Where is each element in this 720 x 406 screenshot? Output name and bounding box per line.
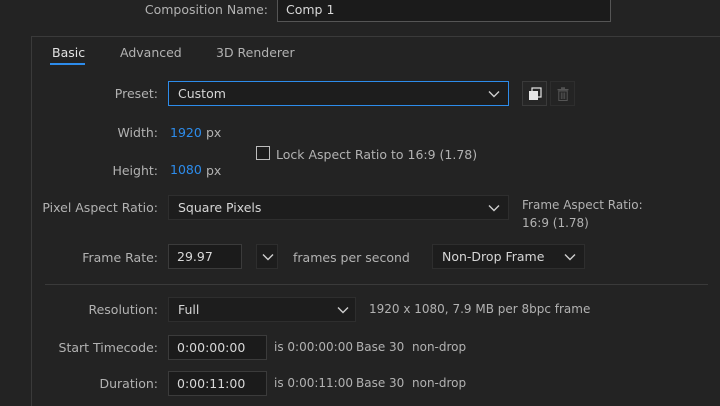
preset-select[interactable]: Custom bbox=[168, 81, 509, 106]
composition-name-label: Composition Name: bbox=[144, 2, 268, 17]
width-unit: px bbox=[206, 125, 222, 140]
resolution-value: Full bbox=[178, 302, 200, 317]
start-timecode-mode: non-drop bbox=[412, 340, 467, 354]
tab-3d-renderer[interactable]: 3D Renderer bbox=[216, 45, 295, 60]
composition-name-input[interactable] bbox=[277, 0, 611, 22]
drop-frame-select[interactable]: Non-Drop Frame bbox=[432, 244, 585, 269]
chevron-down-icon bbox=[564, 254, 576, 261]
pixel-aspect-value: Square Pixels bbox=[178, 200, 262, 215]
duration-is: is 0:00:11:00 bbox=[274, 376, 353, 390]
tab-advanced[interactable]: Advanced bbox=[120, 45, 182, 60]
chevron-down-icon bbox=[262, 254, 274, 261]
frame-aspect-value: 16:9 (1.78) bbox=[522, 216, 589, 230]
duration-base: Base 30 bbox=[356, 376, 405, 390]
start-timecode-base: Base 30 bbox=[356, 340, 405, 354]
trash-icon bbox=[557, 87, 569, 101]
tab-active-underline bbox=[50, 63, 85, 65]
chevron-down-icon bbox=[488, 91, 500, 98]
section-divider bbox=[45, 284, 708, 285]
frame-rate-input[interactable] bbox=[168, 244, 242, 269]
height-value[interactable]: 1080 bbox=[170, 162, 202, 177]
delete-preset-button[interactable] bbox=[550, 81, 575, 106]
height-label: Height: bbox=[112, 163, 158, 178]
width-label: Width: bbox=[117, 125, 158, 140]
pixel-aspect-select[interactable]: Square Pixels bbox=[168, 195, 509, 220]
start-timecode-label: Start Timecode: bbox=[58, 340, 158, 355]
save-preset-icon bbox=[529, 87, 542, 100]
width-value[interactable]: 1920 bbox=[170, 125, 202, 140]
resolution-select[interactable]: Full bbox=[168, 297, 356, 322]
frame-aspect-label: Frame Aspect Ratio: bbox=[522, 198, 643, 212]
lock-aspect-label: Lock Aspect Ratio to 16:9 (1.78) bbox=[276, 147, 478, 162]
frame-rate-unit: frames per second bbox=[293, 250, 410, 265]
preset-value: Custom bbox=[178, 86, 226, 101]
save-preset-button[interactable] bbox=[522, 81, 547, 106]
height-unit: px bbox=[206, 163, 222, 178]
resolution-info: 1920 x 1080, 7.9 MB per 8bpc frame bbox=[369, 302, 591, 316]
panel-top-border bbox=[31, 36, 720, 37]
lock-aspect-checkbox[interactable] bbox=[256, 146, 270, 160]
pixel-aspect-label: Pixel Aspect Ratio: bbox=[42, 200, 158, 215]
preset-label: Preset: bbox=[114, 86, 158, 101]
frame-rate-label: Frame Rate: bbox=[82, 250, 158, 265]
chevron-down-icon bbox=[488, 205, 500, 212]
chevron-down-icon bbox=[337, 307, 349, 314]
start-timecode-is: is 0:00:00:00 bbox=[274, 340, 353, 354]
duration-input[interactable] bbox=[168, 371, 267, 396]
duration-mode: non-drop bbox=[412, 376, 467, 390]
duration-label: Duration: bbox=[99, 376, 158, 391]
drop-frame-value: Non-Drop Frame bbox=[442, 249, 545, 264]
frame-rate-dropdown-button[interactable] bbox=[256, 244, 278, 269]
tab-basic[interactable]: Basic bbox=[52, 45, 85, 60]
resolution-label: Resolution: bbox=[88, 302, 158, 317]
start-timecode-input[interactable] bbox=[168, 335, 267, 360]
panel-left-border bbox=[31, 36, 32, 406]
